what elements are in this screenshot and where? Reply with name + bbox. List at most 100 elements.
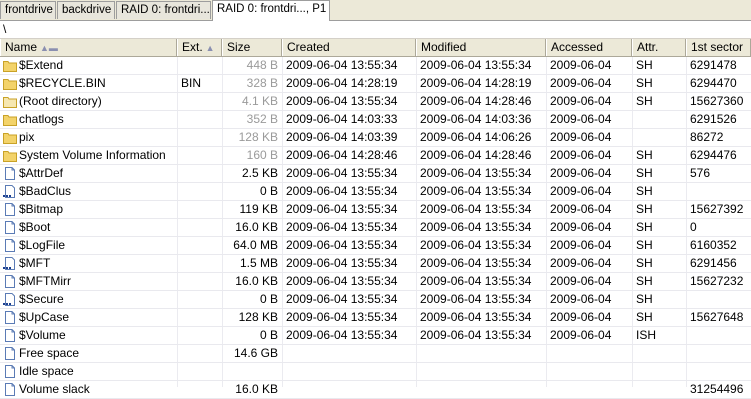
cell-name: $MFT — [0, 255, 177, 272]
table-row[interactable]: $MFT 1.5 MB 2009-06-04 13:55:34 2009-06-04 … — [0, 255, 751, 273]
cell-size: 64.0 MB — [233, 238, 278, 252]
cell-created: 2009-06-04 13:55:34 — [286, 274, 398, 288]
cell-ext — [181, 57, 222, 74]
column-header-ext[interactable]: Ext. ▲ — [177, 39, 222, 56]
table-row[interactable]: System Volume Information 160 B 2009-06-04… — [0, 147, 751, 165]
table-row[interactable]: $Boot 16.0 KB 2009-06-04 13:55:34 2009-06-0… — [0, 219, 751, 237]
cell-name: $Extend — [0, 57, 177, 74]
table-row[interactable]: $RECYCLE.BIN BIN 328 B 2009-06-04 14:28:19 2… — [0, 75, 751, 93]
cell-ext — [181, 93, 222, 110]
cell-size: 2.5 KB — [241, 166, 278, 180]
cell-created — [286, 381, 416, 398]
cell-size: 128 KB — [238, 310, 278, 324]
cell-ext — [181, 129, 222, 146]
tab-raid0-frontdrive-p1[interactable]: RAID 0: frontdri..., P1 — [212, 0, 330, 21]
cell-sector — [690, 345, 751, 362]
tab-frontdrive[interactable]: frontdrive — [0, 1, 56, 19]
cell-created: 2009-06-04 14:03:33 — [286, 112, 398, 126]
table-row[interactable]: chatlogs 352 B 2009-06-04 14:03:33 2009-06-… — [0, 111, 751, 129]
table-row[interactable]: $LogFile 64.0 MB 2009-06-04 13:55:34 2009-0… — [0, 237, 751, 255]
table-row[interactable]: $Bitmap 119 KB 2009-06-04 13:55:34 2009-06-… — [0, 201, 751, 219]
file-icon — [3, 203, 17, 216]
file-name: chatlogs — [19, 112, 64, 126]
file-list: $Extend 448 B 2009-06-04 13:55:34 2009-06-0… — [0, 57, 751, 399]
column-ext-label: Ext. — [182, 40, 203, 54]
file-name: $UpCase — [19, 310, 70, 324]
cell-created: 2009-06-04 13:55:34 — [286, 220, 398, 234]
cell-name: $UpCase — [0, 309, 177, 326]
table-row[interactable]: pix 128 KB 2009-06-04 14:03:39 2009-06-04 1… — [0, 129, 751, 147]
cell-modified: 2009-06-04 13:55:34 — [420, 256, 532, 270]
file-icon — [3, 329, 17, 342]
cell-created: 2009-06-04 14:03:39 — [286, 130, 398, 144]
file-name: $Bitmap — [19, 202, 64, 216]
cell-size — [222, 363, 282, 380]
cell-name: (Root directory) — [0, 93, 177, 110]
table-row[interactable]: $BadClus 0 B 2009-06-04 13:55:34 2009-06-04… — [0, 183, 751, 201]
cell-ext — [181, 183, 222, 200]
file-name: pix — [19, 130, 35, 144]
column-header-name[interactable]: Name ▲▬ — [0, 39, 177, 56]
cell-ext — [181, 327, 222, 344]
table-row[interactable]: $MFTMirr 16.0 KB 2009-06-04 13:55:34 2009-0… — [0, 273, 751, 291]
cell-accessed: 2009-06-04 — [550, 94, 612, 108]
cell-modified: 2009-06-04 13:55:34 — [420, 58, 532, 72]
cell-attr: SH — [636, 76, 653, 90]
cell-created: 2009-06-04 13:55:34 — [286, 328, 398, 342]
cell-modified: 2009-06-04 13:55:34 — [420, 310, 532, 324]
table-row[interactable]: $UpCase 128 KB 2009-06-04 13:55:34 2009-06-… — [0, 309, 751, 327]
sort-indicator-icon: ▲ — [205, 43, 215, 53]
cell-name: chatlogs — [0, 111, 177, 128]
cell-attr: SH — [636, 310, 653, 324]
column-header-attr[interactable]: Attr. — [632, 39, 686, 56]
table-row[interactable]: Volume slack 16.0 KB 31254496 — [0, 381, 751, 399]
cell-sector: 0 — [690, 220, 697, 234]
cell-accessed: 2009-06-04 — [550, 76, 612, 90]
cell-sector: 86272 — [690, 130, 724, 144]
column-header-modified[interactable]: Modified — [416, 39, 546, 56]
cell-attr: SH — [636, 58, 653, 72]
table-row[interactable]: $AttrDef 2.5 KB 2009-06-04 13:55:34 2009-06… — [0, 165, 751, 183]
file-icon — [3, 167, 17, 180]
table-row[interactable]: $Volume 0 B 2009-06-04 13:55:34 2009-06-04 … — [0, 327, 751, 345]
file-name: System Volume Information — [19, 148, 166, 162]
sparse-file-icon — [3, 185, 17, 198]
tab-backdrive[interactable]: backdrive — [57, 1, 115, 19]
cell-accessed — [550, 345, 632, 362]
column-header-size[interactable]: Size — [222, 39, 282, 56]
cell-modified: 2009-06-04 13:55:34 — [420, 220, 532, 234]
table-row[interactable]: $Extend 448 B 2009-06-04 13:55:34 2009-06-0… — [0, 57, 751, 75]
file-name: Volume slack — [19, 382, 90, 396]
column-header: Name ▲▬ Ext. ▲ Size Created Modified Acces… — [0, 39, 751, 57]
file-icon — [3, 221, 17, 234]
cell-modified: 2009-06-04 13:55:34 — [420, 166, 532, 180]
cell-attr: SH — [636, 166, 653, 180]
cell-created: 2009-06-04 13:55:34 — [286, 256, 398, 270]
cell-name: $Boot — [0, 219, 177, 236]
cell-accessed: 2009-06-04 — [550, 184, 612, 198]
cell-created: 2009-06-04 13:55:34 — [286, 292, 398, 306]
column-header-created[interactable]: Created — [282, 39, 416, 56]
table-row[interactable]: Idle space — [0, 363, 751, 381]
cell-created: 2009-06-04 13:55:34 — [286, 58, 398, 72]
file-icon — [3, 275, 17, 288]
file-name: $LogFile — [19, 238, 66, 252]
cell-modified — [420, 363, 546, 380]
column-header-first-sector[interactable]: 1st sector — [686, 39, 751, 56]
cell-ext: BIN — [181, 76, 202, 90]
column-header-accessed[interactable]: Accessed — [546, 39, 632, 56]
cell-name: $AttrDef — [0, 165, 177, 182]
cell-modified: 2009-06-04 13:55:34 — [420, 238, 532, 252]
tab-raid0-frontdrive[interactable]: RAID 0: frontdri... — [116, 1, 211, 19]
table-row[interactable]: Free space 14.6 GB — [0, 345, 751, 363]
cell-sector — [690, 327, 751, 344]
file-name: $BadClus — [19, 184, 72, 198]
column-size-label: Size — [227, 40, 251, 54]
cell-attr — [636, 363, 686, 380]
cell-created: 2009-06-04 14:28:46 — [286, 148, 398, 162]
cell-modified: 2009-06-04 14:28:46 — [420, 94, 532, 108]
table-row[interactable]: $Secure 0 B 2009-06-04 13:55:34 2009-06-04 … — [0, 291, 751, 309]
cell-modified: 2009-06-04 13:55:34 — [420, 184, 532, 198]
cell-size: 328 B — [246, 76, 278, 90]
table-row[interactable]: (Root directory) 4.1 KB 2009-06-04 13:55:3… — [0, 93, 751, 111]
